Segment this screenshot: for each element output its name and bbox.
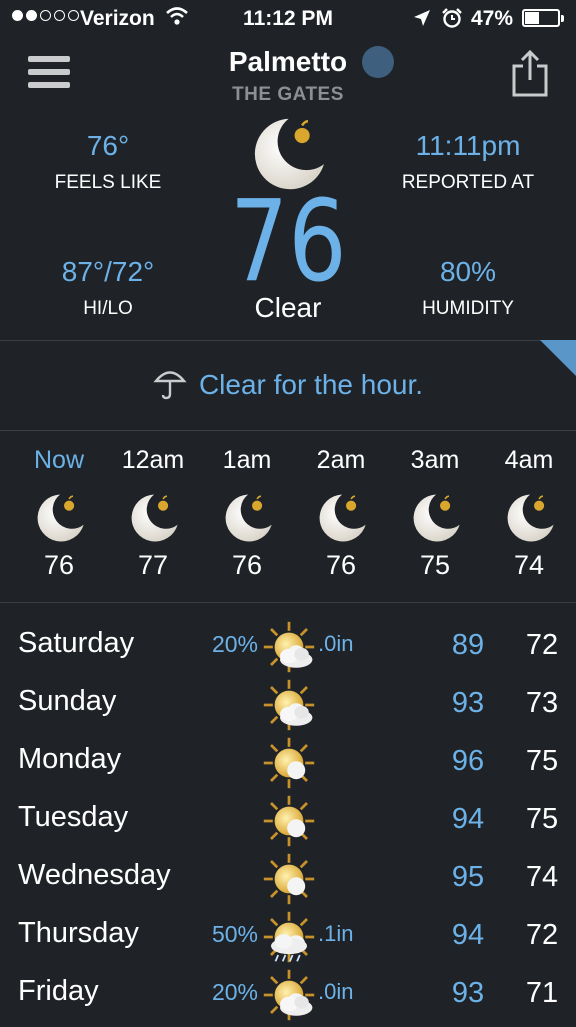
precip-chance: 20% <box>211 979 258 1005</box>
daily-row-friday[interactable]: Friday 20% .0in 93 71 <box>0 965 576 1023</box>
low-temp: 74 <box>525 861 559 893</box>
hour-item: 12am 77 <box>106 446 200 581</box>
location-dot-icon[interactable] <box>362 46 394 78</box>
hour-label: 12am <box>121 446 185 474</box>
hour-item: 3am 75 <box>388 446 482 581</box>
hour-temp: 76 <box>325 550 357 580</box>
hour-label: 2am <box>316 446 366 474</box>
daily-row-wednesday[interactable]: Wednesday 95 74 <box>0 849 576 907</box>
hour-temp: 76 <box>43 550 75 580</box>
sun-icon <box>262 736 316 795</box>
day-name: Wednesday <box>18 859 171 891</box>
share-button[interactable] <box>511 49 549 103</box>
moon-icon <box>407 490 463 546</box>
hi-lo-label: HI/LO <box>83 298 133 319</box>
hour-temp: 77 <box>137 550 169 580</box>
hour-label: 4am <box>504 446 554 474</box>
sun-cloud-icon <box>262 968 316 1027</box>
sun-icon <box>262 852 316 911</box>
reported-at-value: 11:11pm <box>415 130 521 161</box>
low-temp: 75 <box>525 803 559 835</box>
low-temp: 73 <box>525 687 559 719</box>
hour-label: 3am <box>410 446 460 474</box>
hour-temp: 76 <box>231 550 263 580</box>
hour-summary[interactable]: Clear for the hour. <box>0 366 576 407</box>
battery-icon <box>522 9 564 27</box>
daily-row-saturday[interactable]: Saturday 20% .0in 89 72 <box>0 617 576 675</box>
humidity-value: 80% <box>439 256 497 287</box>
day-name: Thursday <box>18 917 139 949</box>
high-temp: 93 <box>451 977 485 1009</box>
hour-temp: 74 <box>513 550 545 580</box>
daily-row-sunday[interactable]: Sunday 93 73 <box>0 675 576 733</box>
high-temp: 95 <box>451 861 485 893</box>
precip-amount: .0in <box>318 979 354 1004</box>
precip-amount: .1in <box>318 921 354 946</box>
precip-amount: .0in <box>318 631 354 656</box>
sun-cloud-icon <box>262 620 316 679</box>
low-temp: 75 <box>525 745 559 777</box>
feels-like-value: 76° <box>86 130 130 161</box>
moon-icon <box>31 490 87 546</box>
hour-temp: 75 <box>419 550 451 580</box>
low-temp: 72 <box>525 919 559 951</box>
hourly-forecast: Now 76 12am 77 1am 76 2am 76 3am 75 4am … <box>12 446 576 581</box>
day-name: Sunday <box>18 685 117 717</box>
umbrella-icon <box>153 366 187 407</box>
moon-icon <box>219 490 275 546</box>
hour-item: 1am 76 <box>200 446 294 581</box>
hour-summary-text: Clear for the hour. <box>198 368 424 400</box>
daily-row-monday[interactable]: Monday 96 75 <box>0 733 576 791</box>
hi-lo-value: 87°/72° <box>61 256 155 287</box>
daily-row-tuesday[interactable]: Tuesday 94 75 <box>0 791 576 849</box>
sun-icon <box>262 794 316 853</box>
precip-chance: 50% <box>211 921 258 947</box>
hour-item: Now 76 <box>12 446 106 581</box>
divider <box>0 602 576 603</box>
humidity-label: HUMIDITY <box>422 298 514 319</box>
hour-label: 1am <box>222 446 272 474</box>
high-temp: 94 <box>451 919 485 951</box>
sublocation: THE GATES <box>232 84 344 105</box>
status-bar: Verizon 11:12 PM 47% <box>0 0 576 38</box>
precip-chance: 20% <box>211 631 258 657</box>
high-temp: 93 <box>451 687 485 719</box>
city-name: Palmetto <box>228 46 348 77</box>
high-temp: 89 <box>451 629 485 661</box>
daily-row-thursday[interactable]: Thursday 50% .1in 94 72 <box>0 907 576 965</box>
sun-rain-icon <box>262 910 316 969</box>
day-name: Monday <box>18 743 122 775</box>
hour-label: Now <box>33 446 84 474</box>
high-temp: 96 <box>451 745 485 777</box>
moon-icon <box>313 490 369 546</box>
day-name: Saturday <box>18 627 135 659</box>
sun-cloud-icon <box>262 678 316 737</box>
moon-icon <box>501 490 557 546</box>
location-arrow-icon <box>412 8 432 34</box>
alarm-clock-icon <box>441 7 463 35</box>
day-name: Friday <box>18 975 99 1007</box>
battery-percent: 47% <box>471 7 514 30</box>
hour-item: 4am 74 <box>482 446 576 581</box>
divider <box>0 430 576 431</box>
hour-item: 2am 76 <box>294 446 388 581</box>
low-temp: 71 <box>525 977 559 1009</box>
divider <box>0 340 576 341</box>
high-temp: 94 <box>451 803 485 835</box>
share-icon <box>512 49 548 97</box>
moon-icon <box>125 490 181 546</box>
low-temp: 72 <box>525 629 559 661</box>
day-name: Tuesday <box>18 801 129 833</box>
